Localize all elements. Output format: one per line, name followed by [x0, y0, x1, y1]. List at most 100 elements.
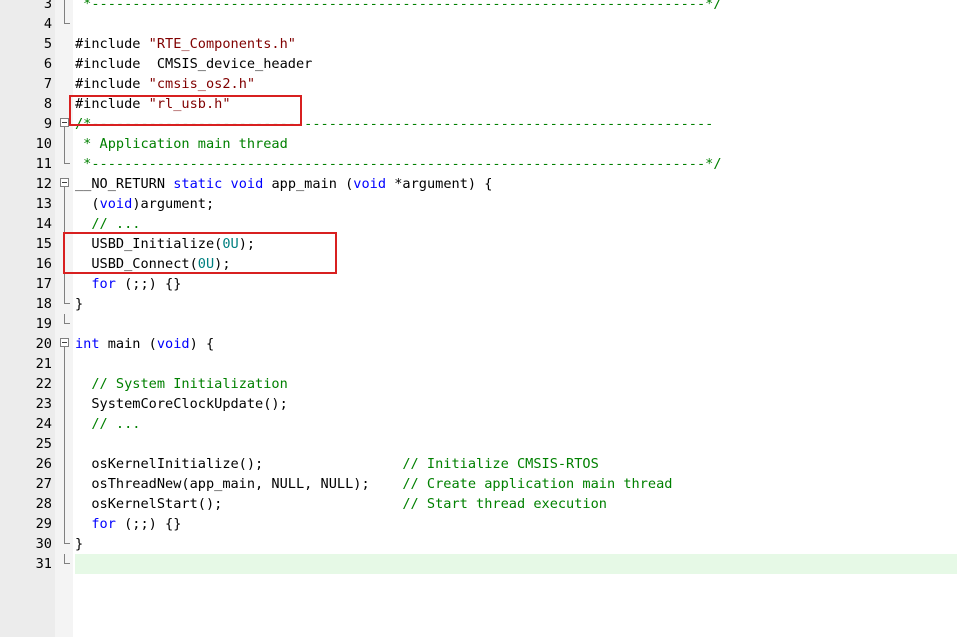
line-number: 21	[0, 354, 52, 374]
code-line[interactable]: 23 SystemCoreClockUpdate();	[0, 394, 957, 414]
code-text[interactable]: int main (void) {	[75, 334, 214, 354]
code-line[interactable]: 28 osKernelStart(); // Start thread exec…	[0, 494, 957, 514]
code-text[interactable]: for (;;) {}	[75, 514, 181, 534]
code-line[interactable]: 29 for (;;) {}	[0, 514, 957, 534]
code-editor[interactable]: 3 *-------------------------------------…	[0, 0, 957, 637]
line-number: 31	[0, 554, 52, 574]
code-line[interactable]: 5 #include "RTE_Components.h"	[0, 34, 957, 54]
fold-collapse-icon[interactable]	[58, 174, 72, 194]
fold-empty	[58, 74, 72, 94]
code-text[interactable]: // ...	[75, 214, 140, 234]
line-number: 10	[0, 134, 52, 154]
line-number: 28	[0, 494, 52, 514]
code-line[interactable]: 12 __NO_RETURN static void app_main (void…	[0, 174, 957, 194]
code-line[interactable]: 22 // System Initialization	[0, 374, 957, 394]
fold-end-marker	[58, 294, 72, 314]
line-number: 6	[0, 54, 52, 74]
code-line[interactable]: 24 // ...	[0, 414, 957, 434]
code-line[interactable]: 10 * Application main thread	[0, 134, 957, 154]
fold-guide	[58, 514, 72, 534]
code-text[interactable]: for (;;) {}	[75, 274, 181, 294]
line-number: 23	[0, 394, 52, 414]
code-line[interactable]: 25	[0, 434, 957, 454]
line-number: 22	[0, 374, 52, 394]
line-number: 8	[0, 94, 52, 114]
code-line[interactable]: 3 *-------------------------------------…	[0, 0, 957, 14]
fold-end-marker	[58, 534, 72, 554]
line-number: 11	[0, 154, 52, 174]
code-text[interactable]: osKernelInitialize(); // Initialize CMSI…	[75, 454, 599, 474]
line-number: 9	[0, 114, 52, 134]
code-line[interactable]: 11 *------------------------------------…	[0, 154, 957, 174]
highlight-box-usbd-calls	[63, 232, 337, 274]
code-line[interactable]: 14 // ...	[0, 214, 957, 234]
code-text[interactable]: osKernelStart(); // Start thread executi…	[75, 494, 607, 514]
code-text[interactable]: }	[75, 534, 83, 554]
line-number: 17	[0, 274, 52, 294]
line-number: 19	[0, 314, 52, 334]
code-text[interactable]: osThreadNew(app_main, NULL, NULL); // Cr…	[75, 474, 672, 494]
code-line[interactable]: 7 #include "cmsis_os2.h"	[0, 74, 957, 94]
current-line-highlight	[75, 554, 957, 574]
code-line[interactable]: 20 int main (void) {	[0, 334, 957, 354]
fold-guide	[58, 374, 72, 394]
line-number: 15	[0, 234, 52, 254]
fold-empty	[58, 54, 72, 74]
fold-guide	[58, 474, 72, 494]
line-number: 24	[0, 414, 52, 434]
fold-end-marker	[58, 154, 72, 174]
line-number: 20	[0, 334, 52, 354]
code-line[interactable]: 17 for (;;) {}	[0, 274, 957, 294]
code-text[interactable]: }	[75, 294, 83, 314]
fold-end-marker	[58, 314, 72, 334]
code-line[interactable]: 26 osKernelInitialize(); // Initialize C…	[0, 454, 957, 474]
fold-guide	[58, 214, 72, 234]
code-line[interactable]: 6 #include CMSIS_device_header	[0, 54, 957, 74]
code-line[interactable]: 27 osThreadNew(app_main, NULL, NULL); //…	[0, 474, 957, 494]
line-number: 4	[0, 14, 52, 34]
line-number: 5	[0, 34, 52, 54]
line-number: 25	[0, 434, 52, 454]
fold-guide	[58, 354, 72, 374]
code-line[interactable]: 18}	[0, 294, 957, 314]
code-text[interactable]: // System Initialization	[75, 374, 288, 394]
code-lines[interactable]: 3 *-------------------------------------…	[0, 0, 957, 574]
code-text[interactable]: * Application main thread	[75, 134, 288, 154]
fold-guide	[58, 134, 72, 154]
fold-guide	[58, 414, 72, 434]
code-line[interactable]: 19	[0, 314, 957, 334]
code-text[interactable]: *---------------------------------------…	[75, 154, 722, 174]
fold-end-marker	[58, 554, 72, 574]
code-text[interactable]: #include CMSIS_device_header	[75, 54, 312, 74]
fold-end-marker	[58, 14, 72, 34]
code-line[interactable]: 30}	[0, 534, 957, 554]
fold-guide	[58, 434, 72, 454]
line-number: 27	[0, 474, 52, 494]
code-text[interactable]: __NO_RETURN static void app_main (void *…	[75, 174, 492, 194]
fold-guide	[58, 0, 72, 14]
line-number: 13	[0, 194, 52, 214]
fold-collapse-icon[interactable]	[58, 334, 72, 354]
fold-guide	[58, 274, 72, 294]
line-number: 14	[0, 214, 52, 234]
fold-guide	[58, 194, 72, 214]
fold-guide	[58, 394, 72, 414]
highlight-box-include	[69, 95, 302, 126]
line-number: 12	[0, 174, 52, 194]
fold-guide	[58, 494, 72, 514]
code-text[interactable]: (void)argument;	[75, 194, 214, 214]
fold-empty	[58, 34, 72, 54]
code-text[interactable]: *---------------------------------------…	[75, 0, 722, 14]
code-text[interactable]: #include "cmsis_os2.h"	[75, 74, 255, 94]
line-number: 26	[0, 454, 52, 474]
code-line[interactable]: 4	[0, 14, 957, 34]
code-text[interactable]: #include "RTE_Components.h"	[75, 34, 296, 54]
line-number: 7	[0, 74, 52, 94]
code-line[interactable]: 31	[0, 554, 957, 574]
code-text[interactable]: SystemCoreClockUpdate();	[75, 394, 288, 414]
code-line[interactable]: 21	[0, 354, 957, 374]
line-number: 3	[0, 0, 52, 14]
code-text[interactable]: // ...	[75, 414, 140, 434]
code-line[interactable]: 13 (void)argument;	[0, 194, 957, 214]
line-number: 18	[0, 294, 52, 314]
